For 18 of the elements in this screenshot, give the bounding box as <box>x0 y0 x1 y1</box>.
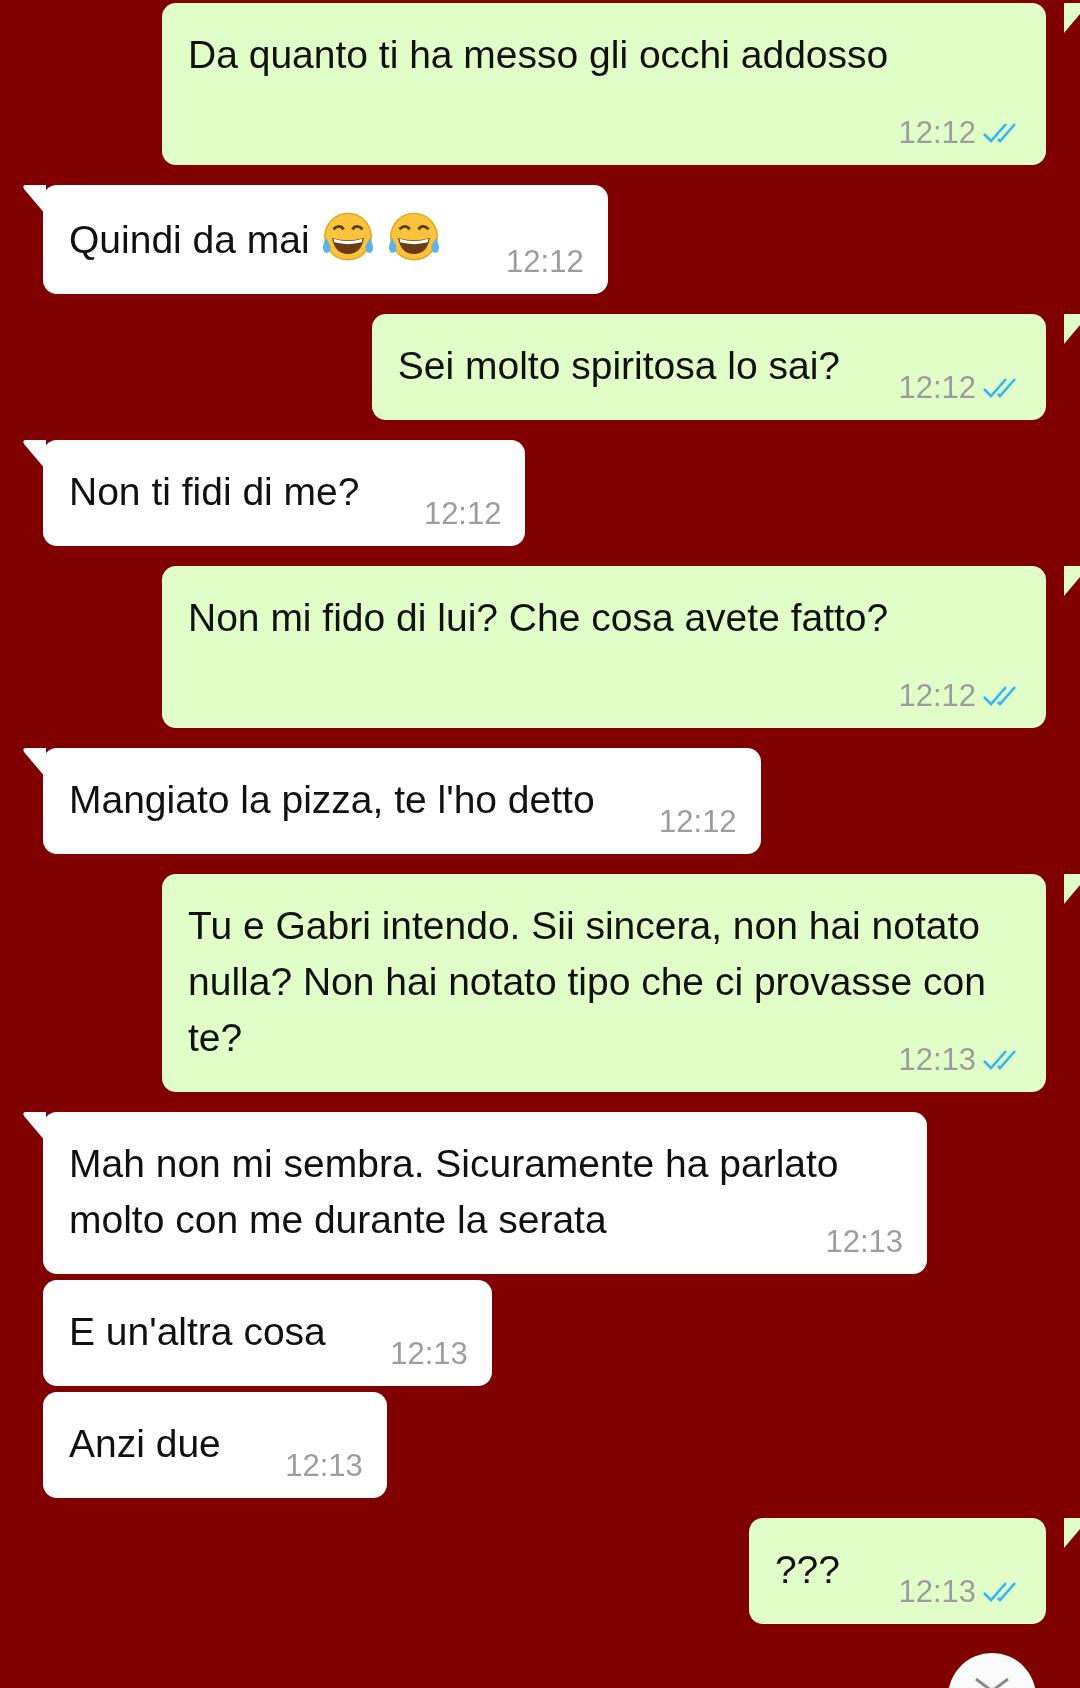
message-text: ??? <box>774 1548 840 1591</box>
message-text: Non mi fido di lui? Che cosa avete fatto? <box>188 596 889 639</box>
message-text: Anzi due <box>69 1422 221 1465</box>
message-text: E un'altra cosa <box>69 1310 326 1353</box>
message-time: 12:12 <box>506 244 584 280</box>
message-text: Non ti fidi di me? <box>69 470 360 513</box>
message-time: 12:12 <box>898 115 976 151</box>
message-time: 12:12 <box>898 370 976 406</box>
message-time: 12:13 <box>285 1448 363 1484</box>
message-text: Da quanto ti ha messo gli occhi addosso <box>188 33 889 76</box>
message-time: 12:12 <box>898 678 976 714</box>
message-text: Sei molto spiritosa lo sai? <box>397 344 840 387</box>
message-text: Quindi da mai <box>69 218 310 261</box>
message-time: 12:13 <box>390 1336 468 1372</box>
message-time: 12:13 <box>898 1574 976 1610</box>
message-text: Mangiato la pizza, te l'ho detto <box>69 778 595 821</box>
message-time: 12:12 <box>423 496 502 532</box>
message-time: 12:12 <box>659 804 737 840</box>
